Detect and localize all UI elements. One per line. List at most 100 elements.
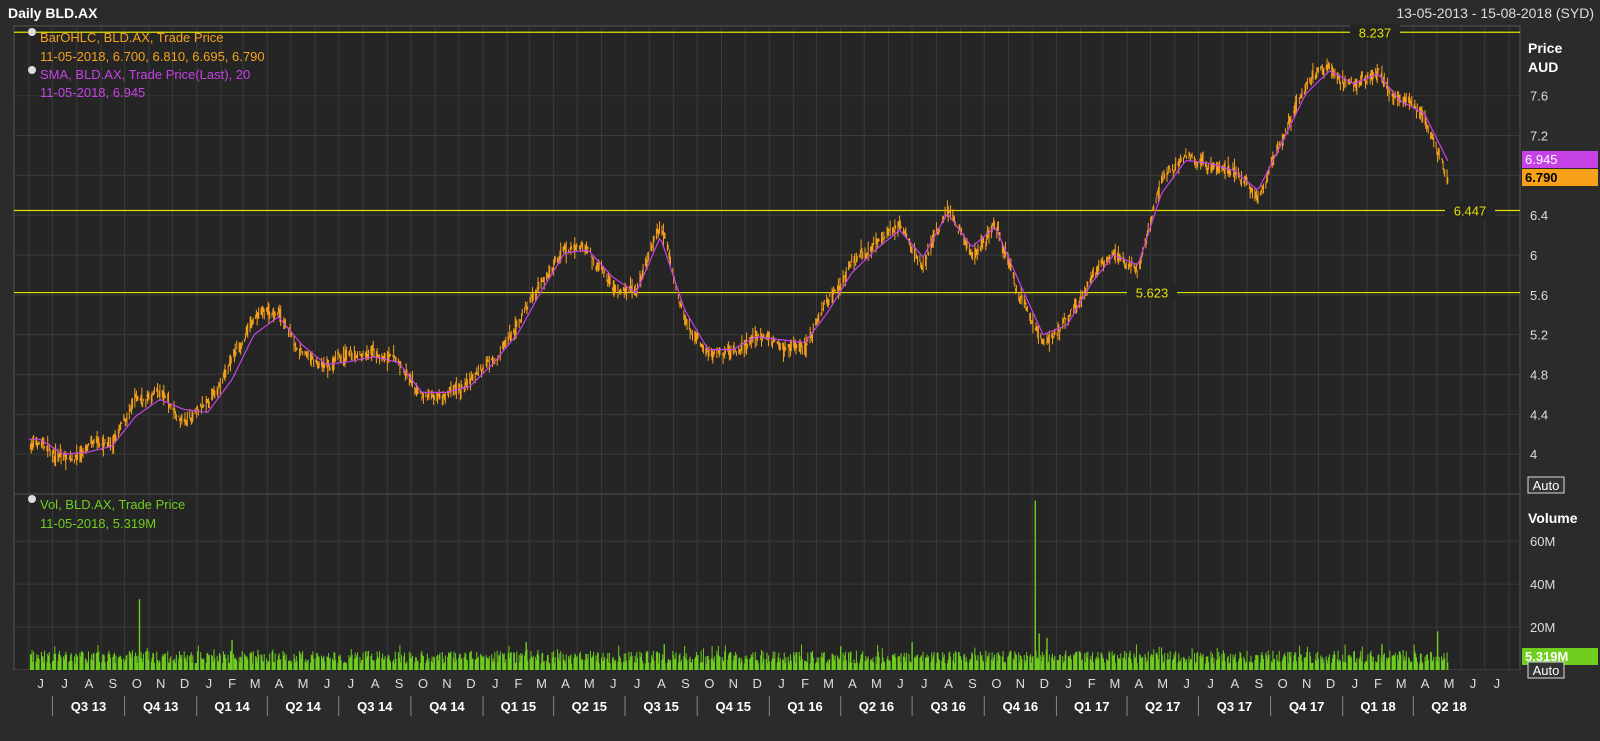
quarter-label: Q4 16: [1003, 699, 1038, 714]
price-last-value: 6.790: [1525, 170, 1558, 185]
date-range: 13-05-2013 - 15-08-2018 (SYD): [1396, 5, 1594, 21]
month-label: J: [1470, 676, 1477, 691]
month-label: J: [1207, 676, 1214, 691]
price-tick-label: 7.6: [1530, 89, 1548, 104]
month-label: A: [944, 676, 953, 691]
volume-panel-background: [13, 493, 1521, 671]
month-label: A: [275, 676, 284, 691]
month-label: J: [492, 676, 499, 691]
month-label: A: [371, 676, 380, 691]
month-label: J: [37, 676, 44, 691]
bld-ax-chart: Daily BLD.AX 13-05-2013 - 15-08-2018 (SY…: [0, 0, 1600, 741]
month-label: N: [729, 676, 738, 691]
quarter-label: Q4 14: [429, 699, 465, 714]
quarter-label: Q3 17: [1217, 699, 1252, 714]
reference-label: 8.237: [1359, 25, 1392, 40]
month-label: A: [1231, 676, 1240, 691]
quarter-label: Q1 16: [787, 699, 822, 714]
price-tick-label: 7.2: [1530, 129, 1548, 144]
sma-last-value: 6.945: [1525, 152, 1558, 167]
month-label: A: [1421, 676, 1430, 691]
month-label: A: [1134, 676, 1143, 691]
quarter-label: Q2 17: [1145, 699, 1180, 714]
ohlc-legend-value: 11-05-2018, 6.700, 6.810, 6.695, 6.790: [40, 49, 265, 64]
quarter-label: Q4 13: [143, 699, 178, 714]
quarter-label: Q3 14: [357, 699, 393, 714]
quarter-label: Q2 15: [572, 699, 607, 714]
price-tick-label: 5.6: [1530, 288, 1548, 303]
month-label: D: [753, 676, 762, 691]
reference-label: 6.447: [1454, 204, 1487, 219]
quarter-label: Q1 15: [501, 699, 536, 714]
month-label: S: [968, 676, 977, 691]
month-label: N: [156, 676, 165, 691]
month-label: D: [180, 676, 189, 691]
quarter-label: Q1 18: [1360, 699, 1395, 714]
month-label: M: [536, 676, 547, 691]
quarter-label: Q2 14: [285, 699, 321, 714]
month-label: O: [991, 676, 1001, 691]
month-label: J: [1065, 676, 1072, 691]
month-label: F: [801, 676, 809, 691]
volume-legend-label: Vol, BLD.AX, Trade Price: [40, 497, 185, 512]
price-tick-label: 4: [1530, 447, 1537, 462]
month-label: F: [228, 676, 236, 691]
price-tick-label: 6.4: [1530, 208, 1548, 223]
month-label: M: [298, 676, 309, 691]
volume-auto-scale-button[interactable]: Auto: [1527, 661, 1565, 679]
quarter-label: Q1 14: [214, 699, 250, 714]
month-label: S: [395, 676, 404, 691]
quarter-label: Q4 15: [716, 699, 751, 714]
month-label: M: [1444, 676, 1455, 691]
month-label: F: [1088, 676, 1096, 691]
volume-legend-value: 11-05-2018, 5.319M: [40, 516, 156, 531]
price-axis-title: Price: [1528, 40, 1562, 56]
month-label: M: [1109, 676, 1120, 691]
month-label: D: [1326, 676, 1335, 691]
month-label: J: [1352, 676, 1359, 691]
month-label: J: [324, 676, 331, 691]
quarter-label: Q4 17: [1289, 699, 1324, 714]
legend-toggle-icon[interactable]: [28, 495, 36, 503]
month-label: S: [1254, 676, 1263, 691]
month-label: J: [1494, 676, 1501, 691]
month-label: F: [514, 676, 522, 691]
reference-label: 5.623: [1136, 286, 1169, 301]
month-label: M: [1157, 676, 1168, 691]
month-label: M: [823, 676, 834, 691]
volume-tick-label: 60M: [1530, 534, 1555, 549]
month-label: N: [442, 676, 451, 691]
quarter-label: Q1 17: [1074, 699, 1109, 714]
price-auto-label: Auto: [1533, 478, 1560, 493]
month-label: S: [108, 676, 117, 691]
month-label: A: [561, 676, 570, 691]
month-label: M: [1396, 676, 1407, 691]
month-label: J: [61, 676, 68, 691]
quarter-label: Q2 16: [859, 699, 894, 714]
month-label: J: [778, 676, 785, 691]
price-axis-unit: AUD: [1528, 59, 1558, 75]
price-tick-label: 5.2: [1530, 328, 1548, 343]
month-label: J: [634, 676, 641, 691]
month-label: M: [871, 676, 882, 691]
month-label: S: [681, 676, 690, 691]
price-tick-label: 4.8: [1530, 368, 1548, 383]
volume-tick-label: 40M: [1530, 577, 1555, 592]
month-label: D: [466, 676, 475, 691]
month-label: M: [584, 676, 595, 691]
month-label: J: [610, 676, 617, 691]
month-label: N: [1302, 676, 1311, 691]
legend-toggle-icon[interactable]: [28, 28, 36, 36]
price-tick-label: 4.4: [1530, 407, 1548, 422]
month-label: A: [848, 676, 857, 691]
quarter-label: Q2 18: [1431, 699, 1466, 714]
month-label: M: [250, 676, 261, 691]
legend-toggle-icon[interactable]: [28, 66, 36, 74]
month-label: J: [348, 676, 355, 691]
price-tick-label: 6: [1530, 248, 1537, 263]
month-label: O: [132, 676, 142, 691]
month-label: J: [897, 676, 904, 691]
month-label: J: [206, 676, 213, 691]
month-label: A: [85, 676, 94, 691]
price-auto-scale-button[interactable]: Auto: [1527, 476, 1565, 494]
